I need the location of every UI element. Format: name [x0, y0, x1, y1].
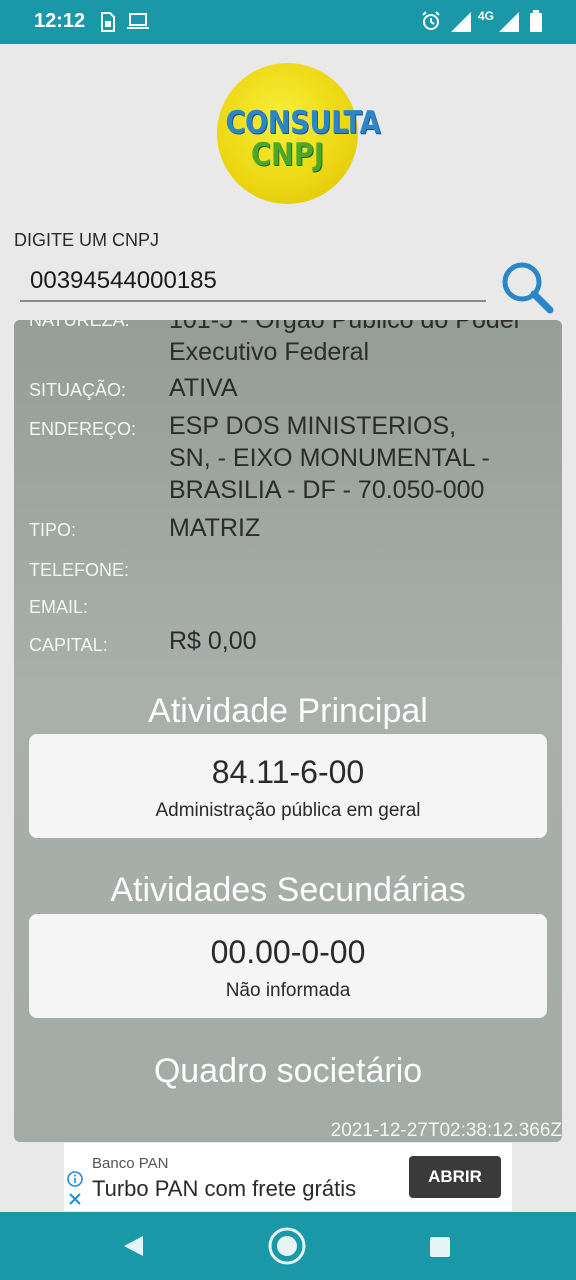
- ad-banner[interactable]: Banco PAN Turbo PAN com frete grátis ABR…: [64, 1143, 512, 1211]
- situacao-label: SITUAÇÃO:: [29, 380, 127, 400]
- quadro-societario-title: Quadro societário: [153, 1052, 423, 1090]
- app-logo: CONSULTA CNPJ: [217, 63, 381, 204]
- home-icon[interactable]: [267, 1226, 307, 1266]
- battery-icon: [530, 10, 542, 32]
- logo-text-cnpj: CNPJ: [250, 137, 324, 173]
- natureza-value: 101-5 - Órgão Público do Poder Executivo…: [169, 320, 522, 366]
- tipo-label: TIPO:: [29, 520, 77, 540]
- alarm-icon: [422, 11, 440, 30]
- signal-4g-icon: [499, 12, 519, 32]
- atividade-principal-title: Atividade Principal: [148, 692, 428, 730]
- result-card[interactable]: NATUREZA: 101-5 - Órgão Público do Poder…: [14, 320, 562, 1142]
- endereco-label: ENDEREÇO:: [29, 419, 137, 439]
- tipo-value: MATRIZ: [169, 514, 261, 542]
- atividades-secundarias-box: 00.00-0-00 Não informada: [29, 914, 547, 1018]
- ad-info-icon[interactable]: [67, 1171, 83, 1187]
- search-icon: [502, 262, 554, 314]
- email-label: EMAIL:: [29, 597, 89, 617]
- ad-advertiser: Banco PAN: [92, 1155, 169, 1172]
- status-bar: 12:12 4G: [0, 0, 576, 44]
- atividade-principal-box: 84.11-6-00 Administração pública em gera…: [29, 734, 547, 838]
- endereco-line: ESP DOS MINISTERIOS,: [169, 412, 457, 440]
- cnpj-input[interactable]: [20, 262, 486, 302]
- capital-label: CAPITAL:: [29, 635, 108, 655]
- ad-close-icon[interactable]: [67, 1191, 83, 1207]
- atividades-secundarias-title: Atividades Secundárias: [110, 871, 466, 909]
- back-icon[interactable]: [121, 1234, 145, 1258]
- atividade-principal-code: 84.11-6-00: [211, 754, 365, 790]
- endereco-line: SN, - EIXO MONUMENTAL -: [169, 444, 490, 472]
- atividade-secundaria-description: Não informada: [225, 980, 351, 1001]
- telefone-label: TELEFONE:: [29, 560, 130, 580]
- endereco-line: BRASILIA - DF - 70.050-000: [169, 476, 485, 504]
- endereco-value: ESP DOS MINISTERIOS, SN, - EIXO MONUMENT…: [169, 410, 549, 506]
- ad-headline[interactable]: Turbo PAN com frete grátis: [92, 1176, 356, 1202]
- search-button[interactable]: [496, 258, 556, 314]
- timestamp: 2021-12-27T02:38:12.366Z: [330, 1120, 562, 1141]
- cnpj-input-label: DIGITE UM CNPJ: [14, 230, 160, 250]
- capital-value: R$ 0,00: [169, 627, 257, 655]
- atividade-principal-description: Administração pública em geral: [155, 800, 421, 821]
- logo-text-consulta: CONSULTA: [225, 105, 381, 141]
- recents-icon[interactable]: [429, 1236, 451, 1258]
- navigation-bar: [0, 1212, 576, 1280]
- sim-card-icon: [101, 12, 115, 32]
- signal-icon: [451, 12, 471, 32]
- atividade-secundaria-code: 00.00-0-00: [210, 934, 366, 970]
- natureza-label: NATUREZA:: [29, 320, 130, 330]
- ad-open-button[interactable]: ABRIR: [409, 1156, 501, 1198]
- cast-icon: [127, 13, 149, 29]
- situacao-value: ATIVA: [169, 374, 238, 402]
- network-type: 4G: [478, 9, 495, 23]
- status-time: 12:12: [34, 10, 86, 32]
